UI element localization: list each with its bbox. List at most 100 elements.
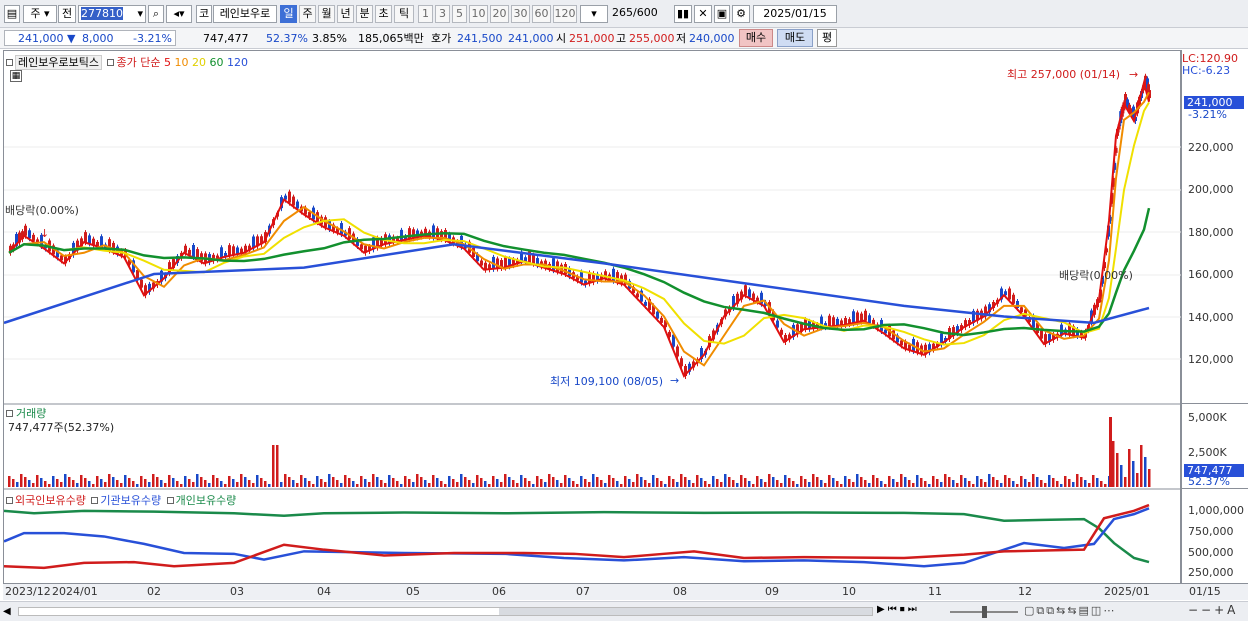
- mode-select[interactable]: 주 ▾: [23, 5, 57, 23]
- period-minute[interactable]: 분: [356, 5, 373, 23]
- zoom-controls[interactable]: −−+A: [1188, 603, 1238, 617]
- scroll-left-icon[interactable]: ◀: [3, 605, 15, 618]
- low-arrow-icon: →: [670, 374, 679, 387]
- volume-bar: [748, 481, 751, 487]
- period-tick[interactable]: 틱: [394, 5, 414, 23]
- volume-bar: [984, 482, 987, 487]
- crosshair-icon[interactable]: ✕: [694, 5, 712, 23]
- period-month[interactable]: 월: [318, 5, 335, 23]
- candle-body: [832, 317, 835, 327]
- y-axis: LC:120.90 HC:-6.23 241,000 -3.21% 220,00…: [1181, 50, 1248, 600]
- volume-bar: [104, 482, 107, 487]
- volume-bar: [196, 474, 199, 487]
- candle-body: [24, 225, 27, 236]
- low-annotation: 최저 109,100 (08/05): [550, 375, 664, 388]
- volume-bar: [112, 477, 115, 487]
- volume-bar: [712, 476, 715, 487]
- period-day[interactable]: 일: [280, 5, 297, 23]
- volume-bar: [964, 478, 967, 487]
- sell-button[interactable]: 매도: [777, 29, 813, 47]
- interval-10[interactable]: 10: [469, 5, 488, 23]
- market-button[interactable]: 코: [196, 5, 212, 23]
- volume-bar: [336, 480, 339, 487]
- volume-bar: [728, 477, 731, 487]
- high-annotation: 최고 257,000 (01/14): [1007, 68, 1121, 81]
- y-tick-200000: 200,000: [1188, 183, 1234, 196]
- volume-info: 747,477주(52.37%): [8, 421, 115, 434]
- search-icon[interactable]: ⌕: [148, 5, 164, 23]
- speaker-icon[interactable]: ◂▾: [166, 5, 192, 23]
- eval-button[interactable]: 평: [817, 29, 837, 47]
- volume-bar: [396, 481, 399, 487]
- view-tool-icons[interactable]: ▢⧉⧉⇆⇆▤◫⋯: [1024, 604, 1116, 618]
- quote-price: 241,000: [18, 32, 64, 45]
- count-field[interactable]: 265/600: [612, 5, 668, 23]
- interval-120[interactable]: 120: [553, 5, 577, 23]
- interval-3[interactable]: 3: [435, 5, 450, 23]
- buy-button[interactable]: 매수: [739, 29, 773, 47]
- custom-interval-select[interactable]: ▾: [580, 5, 608, 23]
- volume-bar: [628, 479, 631, 487]
- quote-bar: 241,000 ▼ 8,000 -3.21% 747,477 52.37% 3.…: [0, 28, 1248, 49]
- volume-bar: [488, 484, 491, 487]
- volume-bar: [1120, 465, 1123, 487]
- save-icon[interactable]: ▣: [714, 5, 730, 23]
- playback-controls[interactable]: ▶⏮⏹⏭: [877, 604, 920, 615]
- ma10-label: 10: [174, 56, 189, 69]
- vol-tick-2500k: 2,500K: [1188, 446, 1227, 459]
- volume-bar-peak: [1109, 417, 1112, 487]
- volume-bar: [28, 480, 31, 487]
- volume-bar: [516, 483, 519, 487]
- window-icon[interactable]: ▤: [4, 5, 20, 23]
- y-tick-220000: 220,000: [1188, 141, 1234, 154]
- interval-60[interactable]: 60: [532, 5, 551, 23]
- volume-bar: [220, 481, 223, 487]
- volume-bar: [792, 481, 795, 487]
- stock-code-input[interactable]: 277810 ▾: [78, 5, 146, 23]
- gear-icon[interactable]: ⚙: [732, 5, 750, 23]
- mode-label: 주: [30, 7, 41, 20]
- scroll-track[interactable]: [18, 607, 873, 616]
- volume-bar: [916, 475, 919, 487]
- volume-bar: [620, 484, 623, 487]
- interval-30[interactable]: 30: [511, 5, 530, 23]
- holdings-legend-box-icon: [6, 497, 13, 504]
- high-label: 고: [616, 32, 627, 45]
- volume-bar: [588, 482, 591, 487]
- date-field[interactable]: 2025/01/15: [753, 5, 837, 23]
- quote-ask: 241,000: [508, 32, 554, 45]
- period-second[interactable]: 초: [375, 5, 392, 23]
- volume-bar: [844, 476, 847, 487]
- chart-area[interactable]: → → ↓ ↓ 레인보우로보틱스 종가 단순 5 10 20 60 120 ▦ 최고 …: [3, 50, 1182, 600]
- prev-button[interactable]: 전: [58, 5, 76, 23]
- volume-bar: [872, 475, 875, 487]
- interval-20[interactable]: 20: [490, 5, 509, 23]
- volume-bar: [884, 484, 887, 487]
- scroll-thumb[interactable]: [499, 608, 872, 615]
- period-year[interactable]: 년: [337, 5, 354, 23]
- volume-bar: [408, 479, 411, 487]
- volume-bar: [1144, 457, 1147, 487]
- volume-bar: [836, 481, 839, 487]
- interval-1[interactable]: 1: [418, 5, 433, 23]
- volume-bar: [612, 478, 615, 487]
- volume-bar: [840, 484, 843, 487]
- volume-bar: [276, 445, 279, 487]
- candle-icon[interactable]: ▮▮: [674, 5, 692, 23]
- volume-bar: [116, 480, 119, 487]
- volume-bar: [428, 483, 431, 487]
- grid-icon[interactable]: ▦: [10, 70, 22, 82]
- stock-name-field[interactable]: 레인보우로: [213, 5, 277, 23]
- period-week[interactable]: 주: [299, 5, 316, 23]
- zoom-slider-handle[interactable]: [982, 606, 987, 618]
- volume-bar: [1024, 479, 1027, 487]
- volume-bar: [180, 484, 183, 487]
- price-legend: 레인보우로보틱스 종가 단순 5 10 20 60 120: [6, 54, 248, 70]
- volume-bar: [36, 475, 39, 487]
- volume-bar: [1060, 484, 1063, 487]
- interval-5[interactable]: 5: [452, 5, 467, 23]
- volume-bar: [172, 478, 175, 487]
- volume-bar: [144, 479, 147, 487]
- volume-bar: [988, 474, 991, 487]
- candle-body: [748, 289, 751, 298]
